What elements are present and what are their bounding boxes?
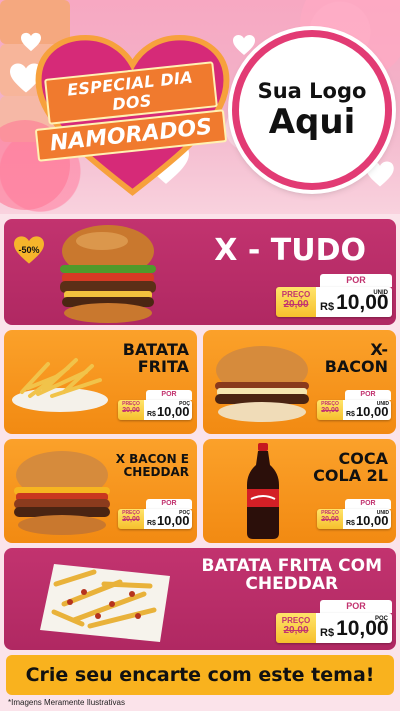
old-price-value: 20,00 (122, 516, 140, 523)
old-price: PREÇO 20,00 (317, 509, 343, 529)
old-price: PREÇO 20,00 (118, 400, 144, 420)
product-card-x-tudo[interactable]: -50% X - TUDO POR PREÇO 20,00 R$ 10,00 U… (4, 219, 396, 325)
old-price-value: 20,00 (321, 516, 339, 523)
discount-text: -50% (18, 245, 40, 255)
price-unit: UNID (376, 510, 389, 516)
product-name: COCA COLA 2L (313, 450, 388, 485)
old-price: PREÇO 20,00 (276, 287, 316, 317)
logo-text-line1: Sua Logo (257, 79, 367, 103)
price-preco-label: PREÇO (281, 290, 311, 299)
price-por-label: POR (146, 499, 192, 509)
new-price: R$ 10,00 UNID (343, 400, 391, 420)
product-card-coca-cola[interactable]: COCA COLA 2L POR PREÇO 20,00 R$ 10,00 UN… (203, 439, 396, 543)
currency-symbol: R$ (320, 627, 335, 639)
old-price-value: 20,00 (283, 625, 309, 636)
soda-bottle-image (247, 443, 279, 539)
price-unit: POÇ (179, 401, 190, 407)
price-preco-label: PREÇO (281, 616, 311, 625)
disclaimer-text: *Imagens Meramente Ilustrativas (8, 698, 125, 707)
price-main: PREÇO 20,00 R$ 10,00 UNID (317, 509, 391, 529)
currency-symbol: R$ (346, 520, 355, 527)
old-price-value: 20,00 (321, 407, 339, 414)
heart-icon (233, 35, 255, 55)
price-tag: POR PREÇO 20,00 R$ 10,00 POÇ (118, 499, 192, 531)
old-price: PREÇO 20,00 (317, 400, 343, 420)
price-main: PREÇO 20,00 R$ 10,00 UNID (317, 400, 391, 420)
price-unit: UNID (376, 401, 389, 407)
price-tag: POR PREÇO 20,00 R$ 10,00 UNID (276, 274, 392, 320)
logo-text-line2: Aqui (268, 102, 356, 142)
new-price-value: 10,00 (336, 291, 389, 314)
price-main: PREÇO 20,00 R$ 10,00 POÇ (276, 613, 392, 643)
old-price: PREÇO 20,00 (276, 613, 316, 643)
product-card-batata-frita[interactable]: BATATA FRITA POR PREÇO 20,00 R$ 10,00 PO… (4, 330, 197, 434)
price-tag: POR PREÇO 20,00 R$ 10,00 UNID (317, 390, 391, 422)
product-name-line2: BACON (324, 356, 388, 376)
campaign-title: ESPECIAL DIA DOS NAMORADOS (34, 61, 228, 162)
price-tag: POR PREÇO 20,00 R$ 10,00 UNID (317, 499, 391, 531)
price-por-label: POR (320, 600, 392, 613)
new-price-value: 10,00 (336, 617, 389, 640)
currency-symbol: R$ (346, 411, 355, 418)
product-name-line2: CHEDDAR (245, 573, 339, 594)
new-price: R$ 10,00 UNID (316, 287, 392, 317)
burger-image (215, 346, 309, 422)
currency-symbol: R$ (147, 520, 156, 527)
price-main: PREÇO 20,00 R$ 10,00 POÇ (118, 400, 192, 420)
currency-symbol: R$ (147, 411, 156, 418)
price-por-label: POR (320, 274, 392, 287)
burger-image (14, 451, 110, 535)
price-unit: POÇ (374, 616, 388, 622)
fries-image (12, 358, 108, 412)
price-unit: POÇ (179, 510, 190, 516)
new-price: R$ 10,00 POÇ (144, 509, 192, 529)
product-name-line1: X BACON E (115, 452, 189, 466)
price-por-label: POR (345, 390, 391, 400)
product-card-x-bacon[interactable]: X- BACON POR PREÇO 20,00 R$ 10,00 UNID (203, 330, 396, 434)
price-main: PREÇO 20,00 R$ 10,00 UNID (276, 287, 392, 317)
hero-banner: ESPECIAL DIA DOS NAMORADOS Sua Logo Aqui (0, 0, 400, 214)
product-name: BATATA FRITA COM CHEDDAR (202, 557, 382, 594)
logo-placeholder: Sua Logo Aqui (232, 30, 392, 190)
price-tag: POR PREÇO 20,00 R$ 10,00 POÇ (118, 390, 192, 422)
product-name-line2: COLA 2L (313, 465, 388, 485)
price-unit: UNID (373, 290, 388, 296)
old-price-value: 20,00 (283, 299, 309, 310)
price-por-label: POR (146, 390, 192, 400)
product-name-line2: FRITA (137, 356, 189, 376)
price-main: PREÇO 20,00 R$ 10,00 POÇ (118, 509, 192, 529)
product-name: X - TUDO (214, 233, 366, 268)
new-price: R$ 10,00 POÇ (316, 613, 392, 643)
price-tag: POR PREÇO 20,00 R$ 10,00 POÇ (276, 600, 392, 646)
product-name: X BACON E CHEDDAR (116, 453, 189, 478)
price-por-label: POR (345, 499, 391, 509)
currency-symbol: R$ (320, 301, 335, 313)
new-price: R$ 10,00 POÇ (144, 400, 192, 420)
discount-badge: -50% (12, 235, 46, 265)
old-price-value: 20,00 (122, 407, 140, 414)
new-price: R$ 10,00 UNID (343, 509, 391, 529)
cta-banner[interactable]: Crie seu encarte com este tema! (6, 655, 394, 695)
fries-cheddar-image (40, 564, 170, 642)
burger-image (60, 225, 156, 323)
product-card-batata-cheddar[interactable]: BATATA FRITA COM CHEDDAR POR PREÇO 20,00… (4, 548, 396, 650)
product-name: BATATA FRITA (123, 341, 189, 376)
product-name-line2: CHEDDAR (123, 464, 190, 479)
product-card-x-bacon-cheddar[interactable]: X BACON E CHEDDAR POR PREÇO 20,00 R$ 10,… (4, 439, 197, 543)
product-name: X- BACON (324, 341, 388, 376)
old-price: PREÇO 20,00 (118, 509, 144, 529)
